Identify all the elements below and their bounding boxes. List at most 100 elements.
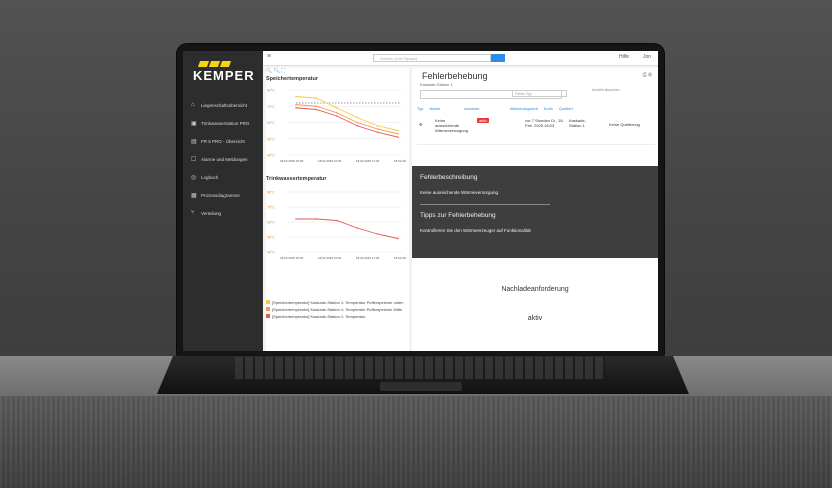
data-point [356, 116, 358, 119]
y-tick-label: 60°C [267, 121, 275, 125]
topbar: ≡ Suchen (Ctrl+Space) Hilfe Jon [263, 51, 658, 66]
sidebar: KEMPER ⌂ Liegenschaftsübersicht ▣ Trinkwas… [183, 51, 263, 351]
data-point [397, 136, 399, 138]
overview-icon: ▤ [191, 138, 197, 145]
sidebar-item-fr5[interactable]: ▤ FR 5 PRO - Übersicht [183, 132, 263, 150]
chart1: 40°C 50°C 60°C 70°C 80°C 18.02.2025 15:00 18.0… [267, 89, 406, 164]
series-line [295, 96, 399, 132]
ack-status[interactable]: Keine Quittierung [609, 122, 640, 127]
column-header[interactable]: Aktivierungszeit [510, 106, 538, 111]
tips-text: Kontrollieren Sie den Wärmeerzeuger auf … [420, 228, 531, 233]
divider [420, 204, 550, 205]
chart1-title: Speichertemperatur [266, 76, 318, 82]
sidebar-item-distribution[interactable]: ⑂ Verteilung [183, 204, 263, 222]
laptop-trackpad [380, 382, 462, 391]
user-menu[interactable]: Jon [643, 54, 651, 60]
data-point [376, 128, 379, 130]
reset-view-button[interactable]: Ansicht absuchen [592, 88, 652, 92]
data-point [356, 121, 358, 124]
activation-time: vor 7 Stunden Di., 18. Feb. 2025 16:03 [525, 118, 564, 128]
sidebar-item-log[interactable]: ◎ Logbuch [183, 168, 263, 186]
chart-legend: [Speichertemperatur] Kaskade-Station 1: … [266, 300, 406, 321]
data-point [397, 133, 399, 135]
x-tick-label: 18.02.2025 15:00 [280, 256, 304, 260]
y-tick-label: 50°C [267, 236, 275, 240]
data-point [336, 107, 338, 109]
data-point [295, 218, 297, 220]
legend-entry: [Speichertemperatur] Kaskade-Station 1: … [266, 307, 406, 312]
y-tick-label: 60°C [267, 221, 275, 225]
y-tick-label: 40°C [267, 251, 275, 255]
column-header[interactable]: Typ [417, 106, 423, 111]
x-tick-label: 18.02.2025 18:00 [394, 256, 406, 260]
data-point [315, 97, 318, 99]
data-point [376, 233, 379, 235]
diagram-icon: ▦ [191, 192, 197, 199]
building-icon: ⌂ [191, 102, 195, 108]
toolbar-icons[interactable]: ⎙ ⚙ [643, 72, 652, 78]
x-tick-label: 18.02.2025 18:00 [394, 159, 406, 163]
data-point [315, 105, 318, 108]
data-point [376, 131, 379, 134]
data-point [397, 129, 399, 132]
data-point [315, 218, 318, 220]
column-header[interactable]: Quittiert [559, 106, 573, 111]
search-button[interactable] [491, 54, 505, 62]
sidebar-item-diagrams[interactable]: ▦ Prozessdiagramme [183, 186, 263, 204]
page-title: Fehlerbehebung [422, 71, 488, 81]
alarm-icon: ☐ [191, 156, 197, 163]
x-tick-label: 18.02.2025 16:00 [318, 256, 342, 260]
tips-heading: Tipps zur Fehlerbehebung [420, 212, 496, 219]
data-point [315, 108, 318, 111]
data-point [336, 219, 338, 222]
legend-entry: [Speichertemperatur] Kaskade-Station 1: … [266, 314, 406, 319]
data-point [356, 124, 358, 127]
data-point [336, 111, 338, 114]
description-text: Keine ausreichende Wärmeversorgung [420, 190, 499, 195]
laptop-keyboard [235, 357, 605, 379]
data-point [336, 115, 338, 117]
column-header[interactable]: Name [429, 106, 440, 111]
main-content: Fehlerbehebung Kaskade-Station 1 ⎙ ⚙ Feh… [412, 68, 658, 351]
data-point [295, 95, 297, 98]
x-tick-label: 18.02.2025 17:00 [356, 159, 380, 163]
sidebar-item-station[interactable]: ▣ Trinkwasserstation PRO [183, 114, 263, 132]
column-header[interactable]: Kreis [544, 106, 553, 111]
station-icon: ▣ [191, 120, 197, 127]
data-point [397, 237, 399, 240]
type-filter-select[interactable]: Fehler-Typ [512, 90, 567, 97]
y-tick-label: 70°C [267, 206, 275, 210]
data-point [295, 103, 297, 106]
chart-panel: 🔍︎ 🔍︎ ⛶ Speichertemperatur 40°C 50°C 60°C 7… [266, 68, 409, 351]
error-detail-panel: Fehlerbeschreibung Keine ausreichende Wä… [412, 166, 658, 258]
table-row[interactable]: ⚙ Keine ausreichende Wärmeversorgung akt… [417, 116, 655, 145]
trigger-badge: aktiv [477, 118, 490, 123]
log-icon: ◎ [191, 174, 197, 181]
x-tick-label: 18.02.2025 16:00 [318, 159, 342, 163]
logo-stripes [197, 61, 255, 67]
data-point [356, 227, 358, 229]
zoom-icons[interactable]: 🔍︎ 🔍︎ ⛶ [266, 68, 285, 74]
menu-icon[interactable]: ≡ [267, 53, 271, 60]
error-name: Keine ausreichende Wärmeversorgung [435, 118, 468, 133]
laptop-lid: KEMPER ⌂ Liegenschaftsübersicht ▣ Trinkwas… [177, 44, 664, 356]
column-header[interactable]: Auslöser [464, 106, 480, 111]
x-tick-label: 18.02.2025 17:00 [356, 256, 380, 260]
legend-entry: [Speichertemperatur] Kaskade-Station 1: … [266, 300, 406, 305]
search-input[interactable]: Suchen (Ctrl+Space) [373, 54, 491, 62]
description-heading: Fehlerbeschreibung [420, 174, 478, 181]
sidebar-nav: ⌂ Liegenschaftsübersicht ▣ Trinkwasserstat… [183, 96, 263, 222]
data-point [376, 124, 379, 127]
sidebar-item-overview[interactable]: ⌂ Liegenschaftsübersicht [183, 96, 263, 114]
y-tick-label: 80°C [267, 191, 275, 195]
chart2: 40°C 50°C 60°C 70°C 80°C 18.02.2025 15:00 18.0… [267, 191, 406, 261]
y-tick-label: 70°C [267, 105, 275, 109]
help-link[interactable]: Hilfe [619, 54, 629, 60]
y-tick-label: 40°C [267, 154, 275, 158]
y-tick-label: 50°C [267, 137, 275, 141]
error-type-icon: ⚙ [419, 122, 423, 127]
sidebar-item-alarms[interactable]: ☐ Alarme und Meldungen [183, 150, 263, 168]
circuit-name: Kaskade-Station 1 [569, 118, 586, 128]
table-header: Typ Name Auslöser Aktivierungszeit Kreis… [417, 106, 655, 111]
recharge-status: aktiv [527, 315, 543, 322]
